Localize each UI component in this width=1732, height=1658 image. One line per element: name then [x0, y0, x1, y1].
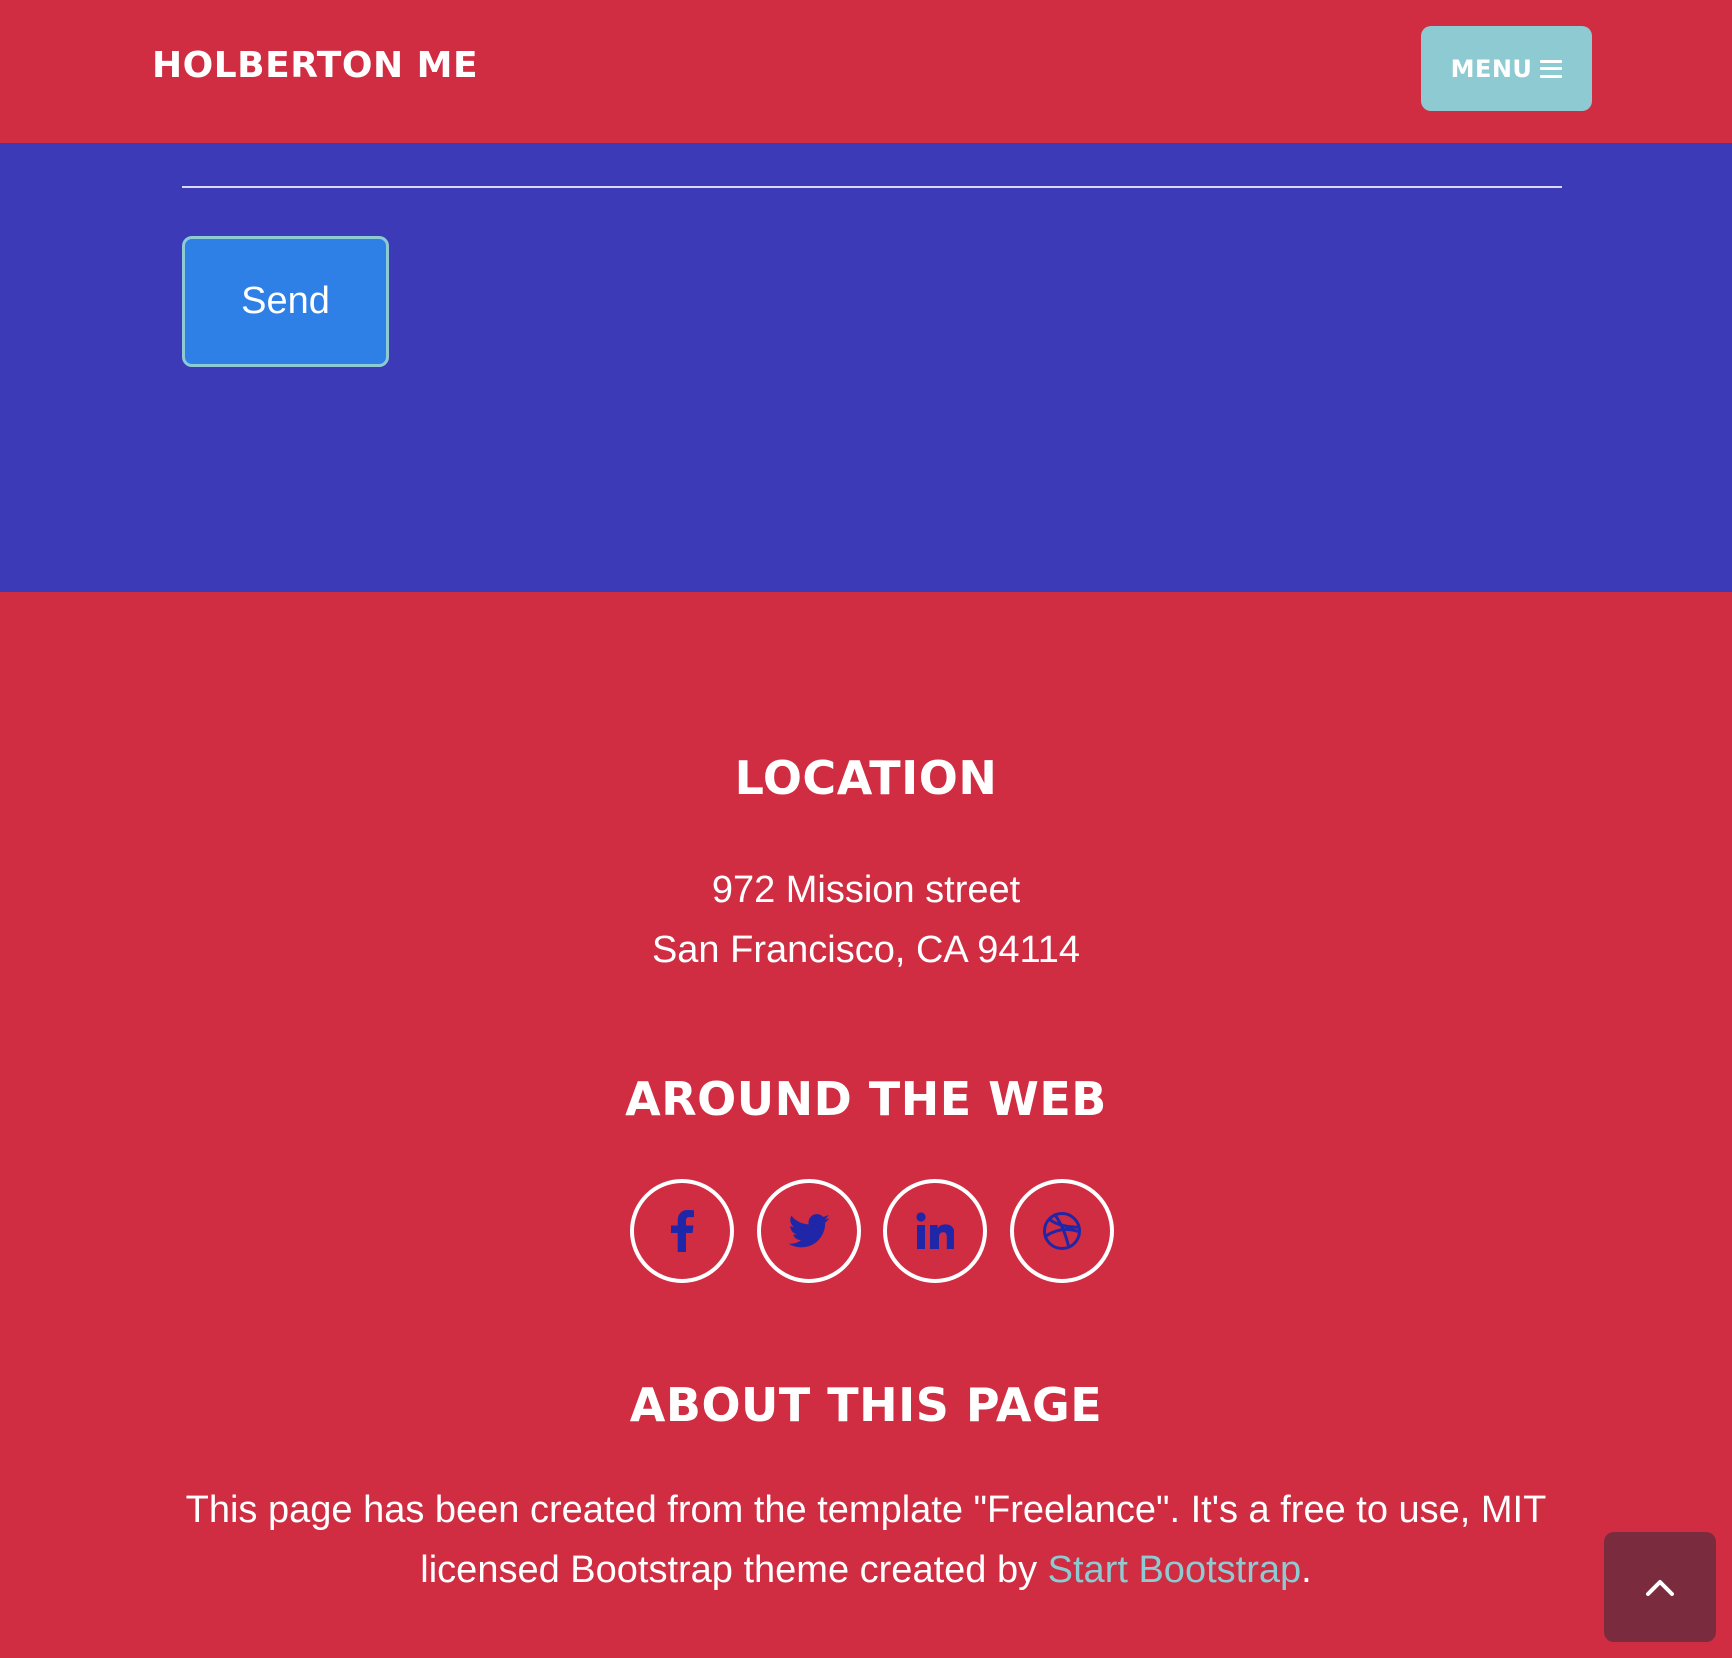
location-heading: LOCATION — [734, 751, 998, 805]
about-text: This page has been created from the temp… — [150, 1480, 1582, 1600]
chevron-up-icon — [1646, 1580, 1674, 1596]
menu-label: MENU — [1450, 54, 1533, 83]
dribbble-link[interactable] — [1009, 1179, 1114, 1283]
menu-button[interactable]: MENU — [1421, 26, 1592, 111]
facebook-link[interactable] — [630, 1179, 734, 1283]
send-button[interactable]: Send — [182, 236, 389, 367]
address: 972 Mission street San Francisco, CA 941… — [0, 860, 1732, 980]
brand-link[interactable]: HOLBERTON ME — [152, 44, 478, 88]
linkedin-icon — [916, 1212, 955, 1249]
dribbble-icon — [1042, 1212, 1081, 1250]
about-text-end: . — [1301, 1549, 1312, 1591]
start-bootstrap-link[interactable]: Start Bootstrap — [1048, 1549, 1301, 1591]
navbar: HOLBERTON ME MENU — [0, 0, 1732, 143]
address-line-1: 972 Mission street — [711, 869, 1021, 911]
facebook-icon — [671, 1210, 694, 1252]
social-links — [630, 1179, 1114, 1285]
about-text-body: This page has been created from the temp… — [185, 1489, 1547, 1591]
message-field-underline[interactable] — [182, 186, 1562, 188]
around-the-web-heading: AROUND THE WEB — [625, 1072, 1107, 1126]
twitter-icon — [788, 1214, 830, 1248]
linkedin-link[interactable] — [883, 1179, 988, 1283]
contact-section: Send — [0, 143, 1732, 592]
address-line-2: San Francisco, CA 94114 — [651, 929, 1081, 971]
bars-icon — [1540, 59, 1563, 78]
footer: LOCATION 972 Mission street San Francisc… — [0, 592, 1732, 1658]
about-heading: ABOUT THIS PAGE — [629, 1378, 1103, 1432]
twitter-link[interactable] — [756, 1179, 861, 1283]
scroll-top-button[interactable] — [1604, 1532, 1716, 1642]
